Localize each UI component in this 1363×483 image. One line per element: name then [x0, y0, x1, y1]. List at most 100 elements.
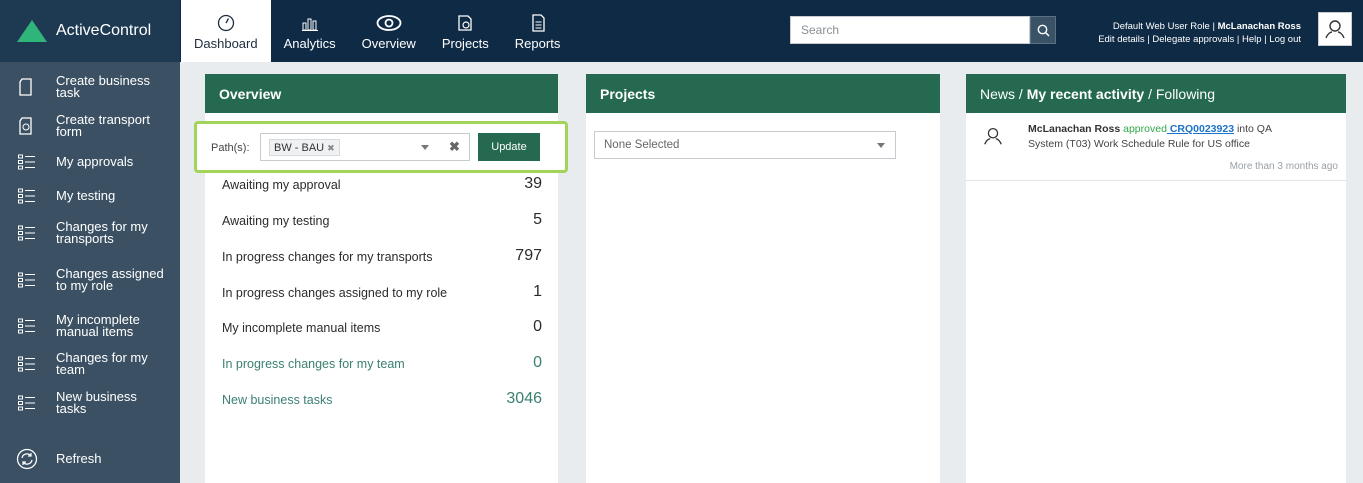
list-icon [18, 356, 35, 372]
nav-label: Projects [441, 36, 489, 51]
dashboard-icon [217, 14, 234, 32]
projects-icon [458, 15, 472, 31]
nav-analytics[interactable]: Analytics [271, 0, 349, 62]
overview-row-changes-my-team[interactable]: In progress changes for my team 0 [222, 354, 542, 377]
search-input[interactable] [790, 16, 1030, 44]
reports-icon [531, 14, 545, 32]
brand[interactable]: ActiveControl [0, 0, 180, 62]
activity-verb: approved [1120, 123, 1167, 135]
panel-title: Projects [586, 74, 940, 113]
overview-row-new-business-tasks[interactable]: New business tasks 3046 [222, 390, 542, 413]
activity-detail: System (T03) Work Schedule Rule for US o… [1028, 138, 1250, 150]
analytics-icon [301, 18, 318, 31]
overview-row-awaiting-testing[interactable]: Awaiting my testing 5 [222, 211, 542, 234]
row-count: 5 [533, 211, 542, 228]
sidebar-item-label: Create transport form [56, 112, 150, 139]
list-icon [18, 272, 35, 288]
user-info: Default Web User Role | McLanachan Ross … [1098, 20, 1301, 46]
tag-remove-icon[interactable]: ✖ [327, 143, 335, 153]
clear-icon[interactable]: ✖ [449, 139, 460, 155]
nav-label: Overview [361, 36, 416, 51]
sidebar-item-label: Create business task [56, 73, 150, 100]
tab-my-recent-activity[interactable]: My recent activity [1027, 86, 1145, 102]
nav-overview[interactable]: Overview [349, 0, 429, 62]
path-select[interactable]: BW - BAU ✖ ✖ [260, 133, 470, 161]
panel-title: Overview [205, 74, 558, 113]
sidebar-item-changes-for-my-team[interactable]: Changes for my team [0, 349, 180, 379]
activity-rest: into QA [1234, 123, 1272, 135]
path-tag[interactable]: BW - BAU ✖ [269, 139, 340, 156]
chevron-down-icon[interactable] [421, 145, 429, 150]
list-icon [18, 188, 35, 204]
sidebar-item-label: Refresh [56, 451, 102, 466]
sidebar: Create business task Create transport fo… [0, 62, 180, 483]
app-name: ActiveControl [56, 22, 152, 39]
row-label: In progress changes for my team [222, 357, 405, 371]
activity-timestamp: More than 3 months ago [1229, 161, 1338, 172]
sidebar-item-create-business-task[interactable]: Create business task [0, 72, 180, 102]
activity-user: McLanachan Ross [1028, 123, 1121, 135]
sidebar-item-create-transport-form[interactable]: Create transport form [0, 111, 180, 141]
sidebar-item-label: New business tasks [56, 389, 137, 416]
user-links[interactable]: Edit details | Delegate approvals | Help… [1098, 33, 1301, 46]
avatar[interactable] [1318, 12, 1352, 46]
overview-row-incomplete-manual-items[interactable]: My incomplete manual items 0 [222, 318, 542, 341]
list-icon [18, 395, 35, 411]
tab-following[interactable]: / Following [1144, 86, 1215, 102]
sidebar-item-label: Changes assigned to my role [56, 266, 164, 293]
tab-news[interactable]: News / [980, 86, 1027, 102]
search-icon [1037, 24, 1050, 37]
sidebar-item-label: My approvals [56, 154, 134, 169]
nav-reports[interactable]: Reports [502, 0, 574, 62]
update-button[interactable]: Update [478, 133, 540, 161]
nav-dashboard[interactable]: Dashboard [181, 0, 271, 62]
activity-item: McLanachan Ross approved CRQ0023923 into… [966, 113, 1346, 181]
row-label: Awaiting my testing [222, 214, 330, 228]
activecontrol-logo-icon [17, 20, 47, 42]
sidebar-item-new-business-tasks[interactable]: New business tasks [0, 388, 180, 418]
row-count: 0 [533, 354, 542, 371]
overview-row-changes-my-transports[interactable]: In progress changes for my transports 79… [222, 247, 542, 270]
user-name: McLanachan Ross [1217, 21, 1301, 32]
user-icon [984, 128, 1002, 145]
refresh-icon [16, 448, 38, 470]
sidebar-item-my-incomplete-manual-items[interactable]: My incomplete manual items [0, 311, 180, 341]
sidebar-item-label: My testing [56, 188, 116, 203]
projects-panel: Projects None Selected [586, 74, 940, 483]
row-count: 0 [533, 318, 542, 335]
change-link[interactable]: CRQ0023923 [1167, 123, 1234, 135]
list-icon [18, 154, 35, 170]
eye-icon [376, 15, 402, 31]
sidebar-item-label: My incomplete manual items [56, 312, 140, 339]
sidebar-refresh[interactable]: Refresh [0, 446, 180, 472]
activity-text: McLanachan Ross approved CRQ0023923 into… [1028, 122, 1328, 152]
sidebar-item-my-testing[interactable]: My testing [0, 186, 180, 206]
chevron-down-icon [877, 143, 885, 148]
list-icon [18, 225, 35, 241]
user-icon [1325, 20, 1345, 39]
document-icon [19, 78, 32, 96]
sidebar-item-label: Changes for my team [56, 350, 148, 377]
sidebar-item-changes-for-my-transports[interactable]: Changes for my transports [0, 218, 180, 248]
row-label: Awaiting my approval [222, 178, 341, 192]
sidebar-item-label: Changes for my transports [56, 219, 148, 246]
nav-label: Analytics [283, 36, 336, 51]
row-label: In progress changes for my transports [222, 250, 433, 264]
search-button[interactable] [1030, 16, 1056, 44]
news-tabs: News / My recent activity / Following [966, 74, 1346, 113]
nav-label: Reports [514, 36, 561, 51]
sidebar-item-changes-assigned-to-my-role[interactable]: Changes assigned to my role [0, 259, 180, 301]
project-select-value: None Selected [604, 139, 680, 151]
row-count: 39 [524, 175, 542, 192]
sidebar-item-my-approvals[interactable]: My approvals [0, 152, 180, 172]
row-count: 1 [533, 283, 542, 300]
path-filter: Path(s): BW - BAU ✖ ✖ Update [194, 121, 568, 173]
row-count: 797 [515, 247, 542, 264]
overview-row-changes-my-role[interactable]: In progress changes assigned to my role … [222, 283, 542, 306]
row-label: New business tasks [222, 393, 333, 407]
overview-row-awaiting-approval[interactable]: Awaiting my approval 39 [222, 175, 542, 198]
nav-projects[interactable]: Projects [429, 0, 502, 62]
path-label: Path(s): [211, 142, 250, 154]
top-bar: ActiveControl Dashboard Analytics Overvi… [0, 0, 1363, 62]
project-select[interactable]: None Selected [594, 131, 896, 159]
